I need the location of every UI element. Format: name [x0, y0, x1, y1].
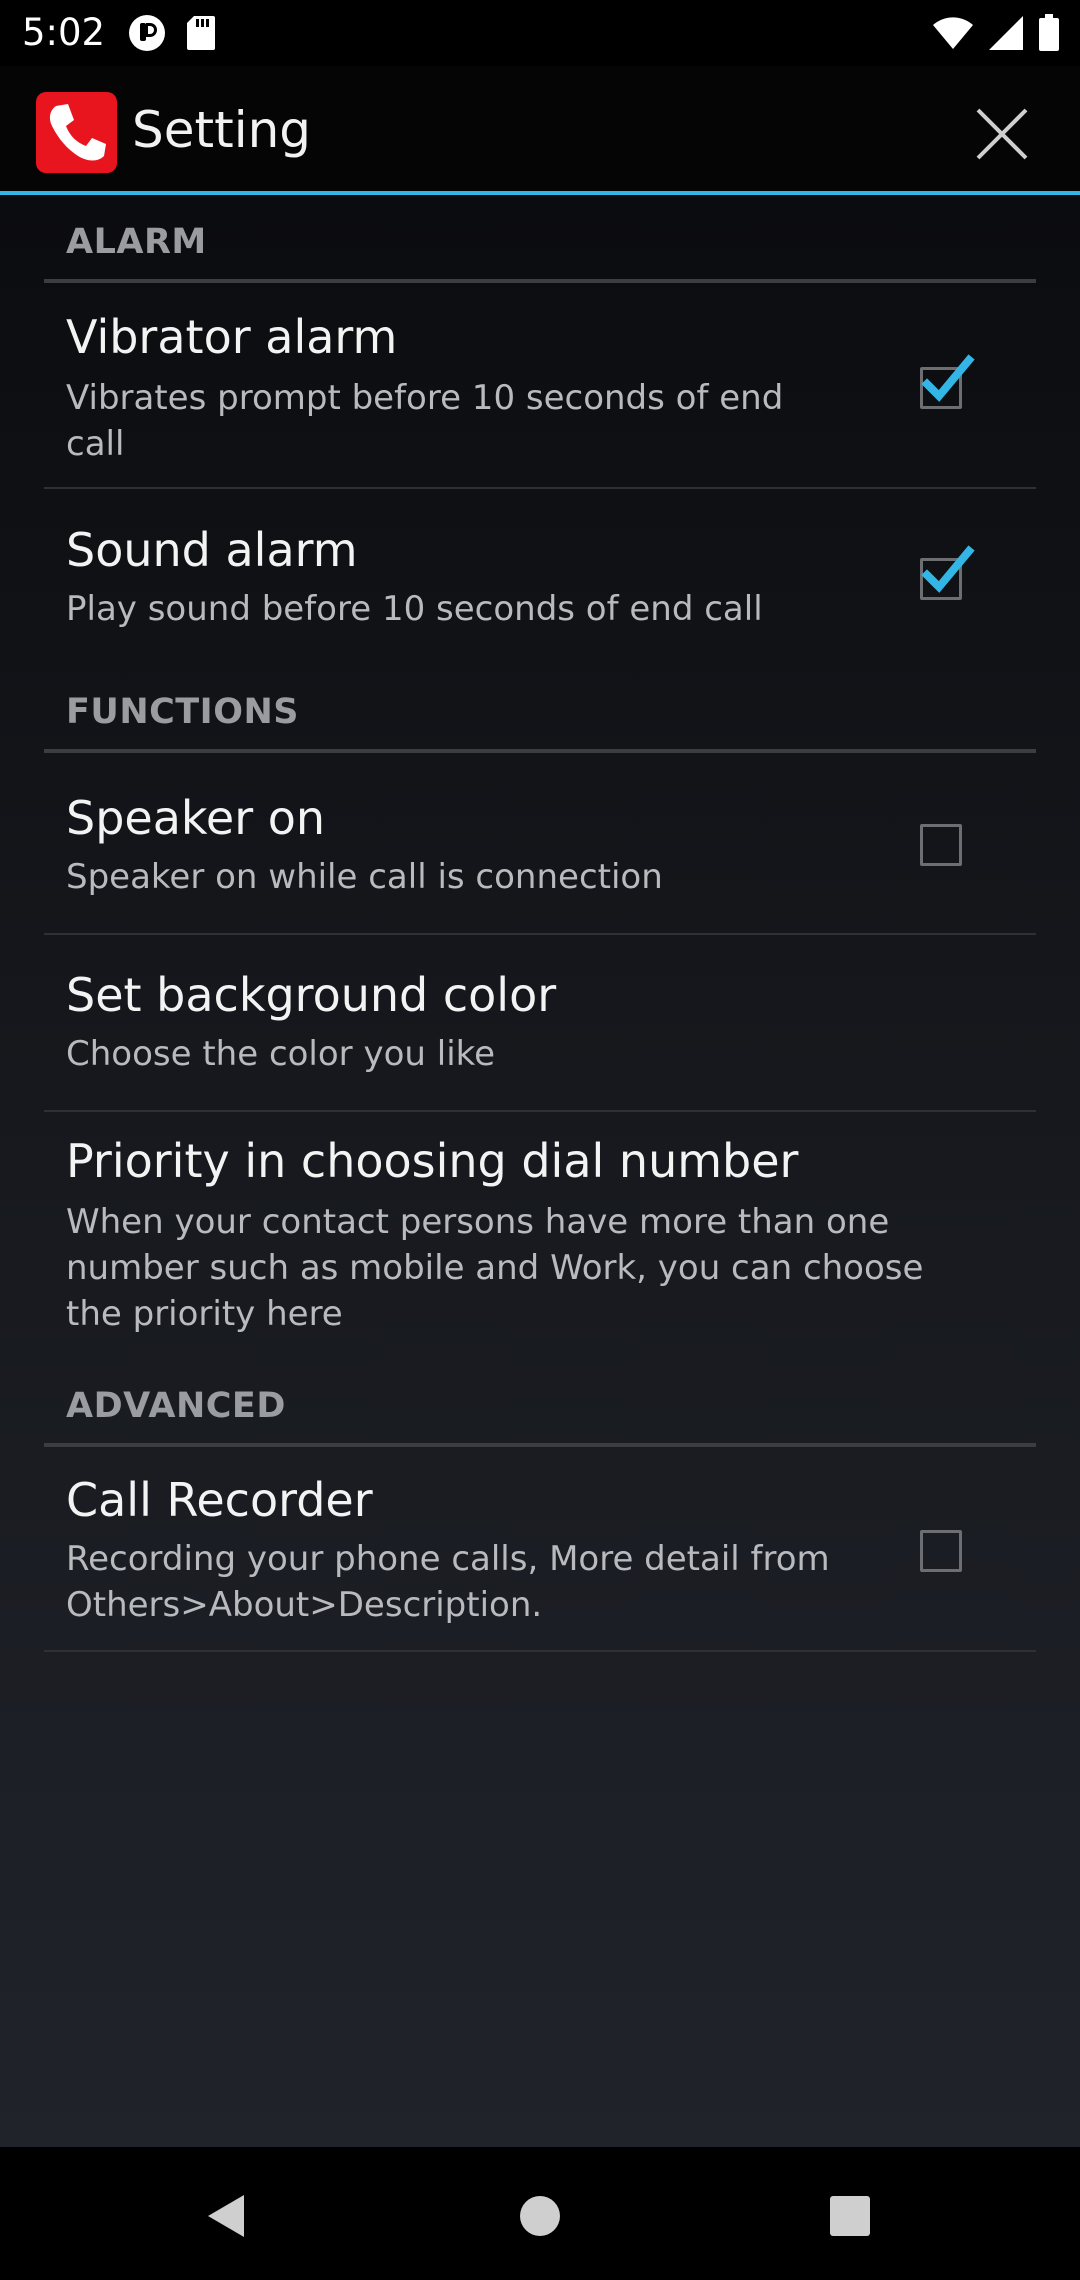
- battery-icon: [1039, 14, 1059, 51]
- pref-summary: Speaker on while call is connection: [66, 857, 663, 897]
- pref-summary: Recording your phone calls, More detail …: [66, 1539, 830, 1625]
- row-divider: [44, 1110, 1036, 1112]
- section-divider: [44, 749, 1036, 753]
- section-divider: [44, 1443, 1036, 1447]
- recents-button[interactable]: [810, 2175, 890, 2255]
- row-divider: [44, 1650, 1036, 1652]
- section-header-alarm: ALARM: [66, 222, 207, 262]
- row-divider: [44, 933, 1036, 935]
- pref-title: Vibrator alarm: [66, 310, 398, 364]
- pref-title: Call Recorder: [66, 1473, 373, 1527]
- pref-summary: Vibrates prompt before 10 seconds of end…: [66, 378, 784, 464]
- notification-app-icon: [129, 15, 165, 51]
- pref-summary: Choose the color you like: [66, 1034, 496, 1074]
- status-left-icons: [128, 14, 216, 52]
- vibrator-alarm-checkbox[interactable]: [920, 354, 975, 409]
- section-divider: [44, 279, 1036, 283]
- settings-list[interactable]: ALARM Vibrator alarm Vibrates prompt bef…: [0, 195, 1080, 2147]
- close-icon: [976, 108, 1028, 160]
- app-bar: Setting: [0, 66, 1080, 192]
- page-title: Setting: [132, 101, 312, 159]
- status-bar: 5:02: [0, 0, 1080, 66]
- checkmark-icon: [921, 545, 975, 593]
- pref-title: Priority in choosing dial number: [66, 1134, 799, 1188]
- pref-title: Set background color: [66, 968, 557, 1022]
- checkmark-icon: [921, 354, 975, 402]
- speaker-on-checkbox[interactable]: [920, 824, 962, 866]
- cell-signal-icon: [989, 16, 1023, 50]
- pref-summary: Play sound before 10 seconds of end call: [66, 589, 763, 629]
- section-header-advanced: ADVANCED: [66, 1386, 286, 1426]
- phone-handset-icon: [36, 92, 117, 173]
- pref-summary: When your contact persons have more than…: [66, 1202, 924, 1334]
- status-time: 5:02: [22, 11, 106, 54]
- recents-icon: [830, 2196, 870, 2236]
- wifi-icon: [933, 17, 973, 49]
- screen: 5:02 Setting ALARM Vibrator alarm Vibrat…: [0, 0, 1080, 2280]
- home-button[interactable]: [500, 2175, 580, 2255]
- navigation-bar: [0, 2147, 1080, 2280]
- home-icon: [520, 2196, 560, 2236]
- sd-card-icon: [187, 16, 215, 50]
- call-recorder-checkbox[interactable]: [920, 1530, 962, 1572]
- pref-title: Speaker on: [66, 791, 326, 845]
- sound-alarm-checkbox[interactable]: [920, 545, 975, 600]
- section-header-functions: FUNCTIONS: [66, 692, 299, 732]
- pref-title: Sound alarm: [66, 523, 358, 577]
- back-button[interactable]: [186, 2175, 266, 2255]
- row-divider: [44, 487, 1036, 489]
- back-icon: [208, 2195, 244, 2237]
- status-right-icons: [932, 14, 1060, 52]
- close-button[interactable]: [962, 94, 1042, 174]
